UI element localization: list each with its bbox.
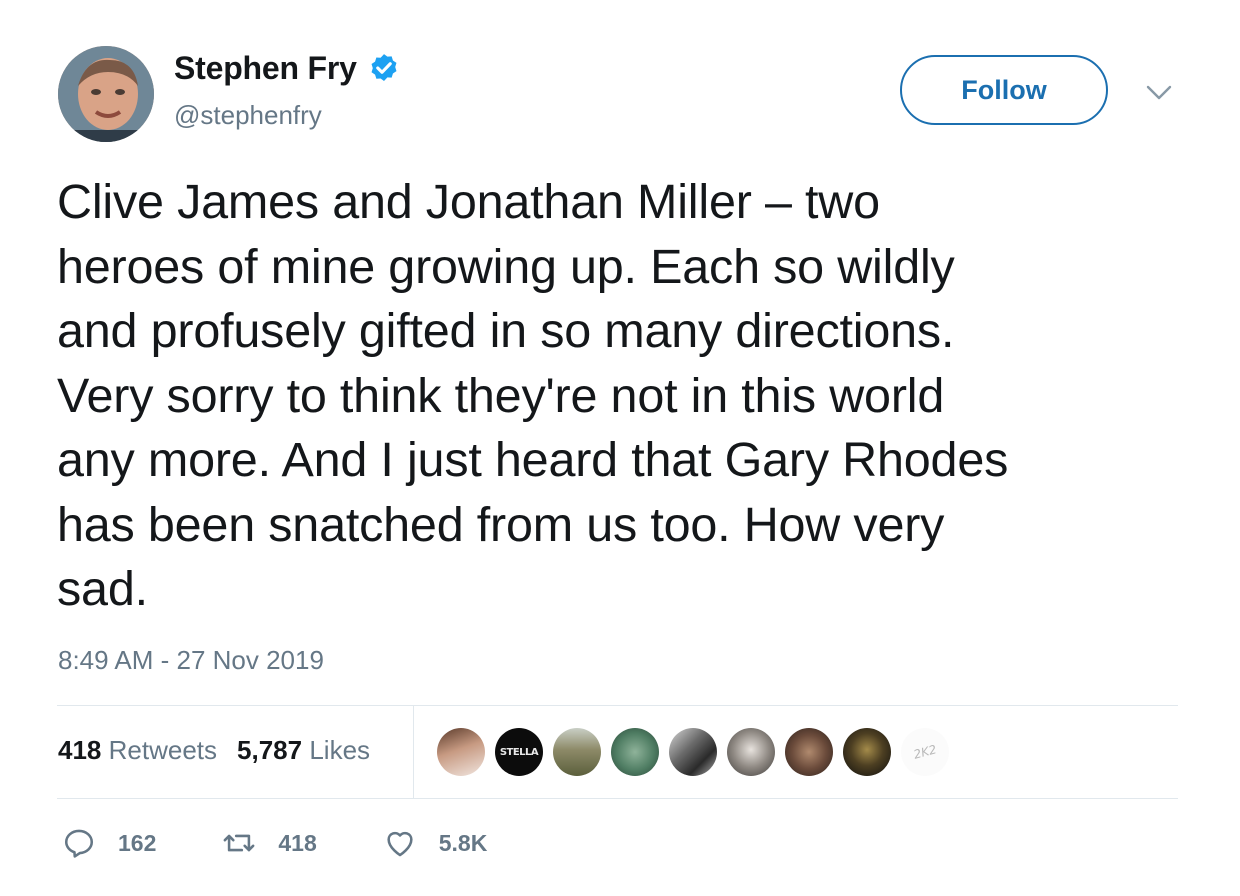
retweet-count: 418 [278, 829, 317, 856]
like-count: 5.8K [438, 829, 488, 856]
retweets-label: Retweets [108, 735, 218, 765]
liker-avatar[interactable] [437, 728, 485, 776]
follow-button[interactable]: Follow [900, 55, 1108, 125]
display-name[interactable]: Stephen Fry [174, 50, 357, 87]
likes-label: Likes [309, 735, 371, 765]
liker-avatar[interactable]: STELLA [495, 728, 543, 776]
like-button[interactable]: 5.8K [383, 826, 488, 860]
chevron-down-icon[interactable] [1142, 80, 1176, 106]
engagement-stats: 418 Retweets 5,787 Likes [58, 735, 370, 766]
retweet-button[interactable]: 418 [222, 826, 317, 860]
reply-icon [64, 829, 94, 858]
retweets-count: 418 [58, 735, 102, 765]
reply-button[interactable]: 162 [62, 826, 156, 860]
likes-count: 5,787 [237, 735, 303, 765]
reply-count: 162 [118, 829, 157, 856]
user-name-row: Stephen Fry [174, 50, 401, 87]
liker-avatar[interactable] [843, 728, 891, 776]
liker-avatar[interactable]: 2K2 [901, 728, 949, 776]
retweet-icon [223, 834, 255, 852]
liker-avatars: STELLA 2K2 [437, 728, 959, 776]
avatar[interactable] [58, 46, 154, 142]
stats-divider [413, 706, 414, 798]
liker-avatar[interactable] [785, 728, 833, 776]
likes-stat[interactable]: 5,787 Likes [237, 735, 370, 766]
user-handle[interactable]: @stephenfry [174, 100, 322, 131]
liker-avatar[interactable] [727, 728, 775, 776]
divider [57, 798, 1178, 799]
tweet-actions: 162 418 5.8K [62, 826, 553, 860]
divider [57, 705, 1178, 706]
liker-avatar[interactable] [611, 728, 659, 776]
liker-avatar[interactable] [553, 728, 601, 776]
retweets-stat[interactable]: 418 Retweets [58, 735, 217, 766]
liker-avatar[interactable] [669, 728, 717, 776]
heart-icon [387, 831, 413, 857]
tweet-timestamp[interactable]: 8:49 AM - 27 Nov 2019 [58, 645, 324, 676]
verified-badge-icon [371, 53, 397, 81]
liker-avatar-badge: STELLA [499, 746, 539, 758]
tweet-text: Clive James and Jonathan Miller – two he… [57, 175, 1009, 616]
liker-avatar-badge: 2K2 [912, 742, 938, 762]
